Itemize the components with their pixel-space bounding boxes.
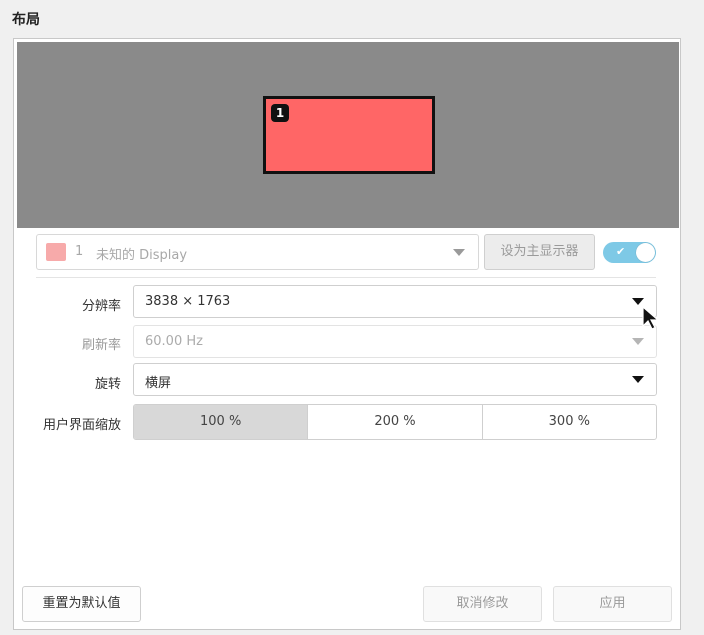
display-settings-panel: 1 1 未知的 Display 设为主显示器 ✔ 分辨率 3838 × 1763… <box>13 38 681 630</box>
scale-100-button[interactable]: 100 % <box>134 405 308 439</box>
caret-down-icon <box>453 249 465 256</box>
divider <box>36 277 656 278</box>
refresh-rate-value: 60.00 Hz <box>145 334 203 349</box>
display-select-dropdown[interactable]: 1 未知的 Display <box>36 234 479 270</box>
toggle-knob <box>636 243 655 262</box>
refresh-rate-label: 刷新率 <box>81 338 121 353</box>
check-icon: ✔ <box>616 245 626 258</box>
monitor-1-preview[interactable]: 1 <box>263 96 435 174</box>
refresh-rate-dropdown[interactable]: 60.00 Hz <box>133 325 657 358</box>
section-title: 布局 <box>12 12 40 28</box>
apply-button[interactable]: 应用 <box>553 586 672 622</box>
caret-down-icon <box>632 298 644 305</box>
mouse-pointer-icon <box>642 306 660 330</box>
display-name: 未知的 Display <box>96 248 188 263</box>
scale-200-button[interactable]: 200 % <box>307 405 481 439</box>
reset-to-default-button[interactable]: 重置为默认值 <box>22 586 141 622</box>
display-enable-toggle[interactable]: ✔ <box>603 242 656 263</box>
resolution-label: 分辨率 <box>81 299 121 314</box>
rotation-value: 横屏 <box>145 376 172 391</box>
resolution-value: 3838 × 1763 <box>145 294 231 309</box>
ui-scale-label: 用户界面缩放 <box>42 418 121 433</box>
display-color-swatch <box>46 243 66 261</box>
monitor-number-badge: 1 <box>271 104 289 122</box>
ui-scale-segmented-control: 100 % 200 % 300 % <box>133 404 657 440</box>
caret-down-icon <box>632 376 644 383</box>
revert-changes-button[interactable]: 取消修改 <box>423 586 542 622</box>
resolution-dropdown[interactable]: 3838 × 1763 <box>133 285 657 318</box>
set-primary-display-button[interactable]: 设为主显示器 <box>484 234 595 270</box>
display-layout-preview: 1 <box>17 42 679 228</box>
caret-down-icon <box>632 338 644 345</box>
display-number: 1 <box>75 244 84 259</box>
rotation-label: 旋转 <box>94 377 121 392</box>
rotation-dropdown[interactable]: 横屏 <box>133 363 657 396</box>
scale-300-button[interactable]: 300 % <box>481 405 656 439</box>
